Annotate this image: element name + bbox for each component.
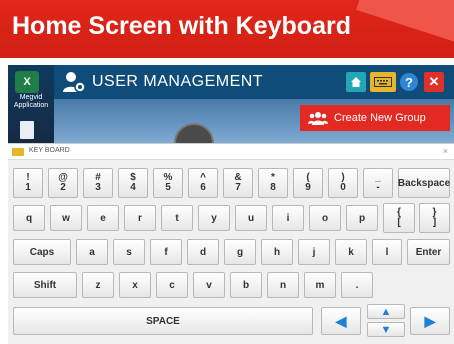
- app-body: Create New Group: [54, 99, 454, 149]
- key-minus[interactable]: _ -: [363, 168, 393, 198]
- caps-key[interactable]: Caps: [13, 239, 71, 265]
- key-0[interactable]: ) 0: [328, 168, 358, 198]
- key-p[interactable]: p: [346, 205, 378, 231]
- shift-key[interactable]: Shift: [13, 272, 77, 298]
- key-char: 7: [235, 182, 241, 193]
- key-brace-open[interactable]: {[: [383, 203, 415, 233]
- key-7[interactable]: & 7: [223, 168, 253, 198]
- keyboard-titlebar: KEY BOARD ×: [8, 144, 454, 160]
- key-s[interactable]: s: [113, 239, 145, 265]
- key-3[interactable]: #3: [83, 168, 113, 198]
- key-char: 6: [200, 182, 206, 193]
- help-button[interactable]: ?: [400, 73, 418, 91]
- key-h[interactable]: h: [261, 239, 293, 265]
- key-c[interactable]: c: [156, 272, 188, 298]
- app-title: USER MANAGEMENT: [92, 73, 264, 90]
- key-char: [: [397, 217, 401, 228]
- key-char: 4: [130, 182, 136, 193]
- key-8[interactable]: * 8: [258, 168, 288, 198]
- keyboard-button[interactable]: [370, 72, 396, 92]
- key-j[interactable]: j: [298, 239, 330, 265]
- app-header: USER MANAGEMENT ? ✕: [54, 65, 454, 99]
- home-button[interactable]: [346, 72, 366, 92]
- home-icon: [351, 77, 361, 87]
- key-6[interactable]: ^ 6: [188, 168, 218, 198]
- key-w[interactable]: w: [50, 205, 82, 231]
- key-m[interactable]: m: [304, 272, 336, 298]
- backspace-key[interactable]: Backspace: [398, 168, 450, 198]
- group-icon: [308, 112, 328, 125]
- space-key[interactable]: SPACE: [13, 307, 313, 335]
- key-r[interactable]: r: [124, 205, 156, 231]
- create-group-button[interactable]: Create New Group: [300, 105, 450, 131]
- app-screen: X Megvid Application USER MANAGEMENT ? ✕: [8, 65, 454, 344]
- key-a[interactable]: a: [76, 239, 108, 265]
- close-button[interactable]: ✕: [424, 72, 444, 92]
- create-group-label: Create New Group: [334, 112, 426, 124]
- key-f[interactable]: f: [150, 239, 182, 265]
- arrow-left-key[interactable]: ◀: [321, 307, 361, 335]
- key-d[interactable]: d: [187, 239, 219, 265]
- key-e[interactable]: e: [87, 205, 119, 231]
- key-v[interactable]: v: [193, 272, 225, 298]
- arrow-down-key[interactable]: ▼: [367, 322, 405, 337]
- key-4[interactable]: $4: [118, 168, 148, 198]
- key-x[interactable]: x: [119, 272, 151, 298]
- key-z[interactable]: z: [82, 272, 114, 298]
- banner-title: Home Screen with Keyboard: [12, 12, 351, 40]
- key-5[interactable]: % 5: [153, 168, 183, 198]
- key-2[interactable]: @2: [48, 168, 78, 198]
- enter-key[interactable]: Enter: [407, 239, 450, 265]
- key-l[interactable]: l: [372, 239, 402, 265]
- key-b[interactable]: b: [230, 272, 262, 298]
- key-1[interactable]: ! 1: [13, 168, 43, 198]
- key-o[interactable]: o: [309, 205, 341, 231]
- keyboard-window: KEY BOARD × ! 1 @2 #3 $4 % 5 ^ 6 & 7 * 8 (9 )…: [8, 143, 454, 344]
- key-t[interactable]: t: [161, 205, 193, 231]
- excel-icon[interactable]: X: [15, 71, 39, 93]
- key-char: 3: [95, 182, 101, 193]
- title-banner: Home Screen with Keyboard: [0, 0, 454, 58]
- desktop-strip: X Megvid Application: [8, 65, 54, 145]
- excel-icon-label: Megvid Application: [13, 94, 49, 109]
- key-period[interactable]: .: [341, 272, 373, 298]
- key-char: -: [376, 182, 380, 193]
- key-char: 8: [270, 182, 276, 193]
- key-char: ]: [432, 217, 437, 228]
- keyboard-icon: [374, 77, 392, 87]
- key-char: 9: [305, 182, 311, 193]
- key-q[interactable]: q: [13, 205, 45, 231]
- keyboard-window-title: KEY BOARD: [29, 147, 70, 154]
- key-char: 5: [165, 182, 171, 193]
- arrow-right-key[interactable]: ▶: [410, 307, 450, 335]
- key-i[interactable]: i: [272, 205, 304, 231]
- key-brace-close[interactable]: }]: [419, 203, 450, 233]
- user-management-icon: [63, 72, 86, 93]
- banner-accent: [356, 0, 454, 47]
- key-char: 2: [60, 182, 66, 193]
- key-9[interactable]: (9: [293, 168, 323, 198]
- key-n[interactable]: n: [267, 272, 299, 298]
- key-char: 0: [340, 182, 346, 193]
- keyboard-close-icon[interactable]: ×: [443, 146, 448, 156]
- keyboard-window-icon: [12, 148, 24, 156]
- key-k[interactable]: k: [335, 239, 367, 265]
- key-g[interactable]: g: [224, 239, 256, 265]
- key-y[interactable]: y: [198, 205, 230, 231]
- key-char: 1: [25, 182, 31, 193]
- document-icon[interactable]: [20, 121, 34, 139]
- arrow-up-key[interactable]: ▲: [367, 304, 405, 319]
- key-u[interactable]: u: [235, 205, 267, 231]
